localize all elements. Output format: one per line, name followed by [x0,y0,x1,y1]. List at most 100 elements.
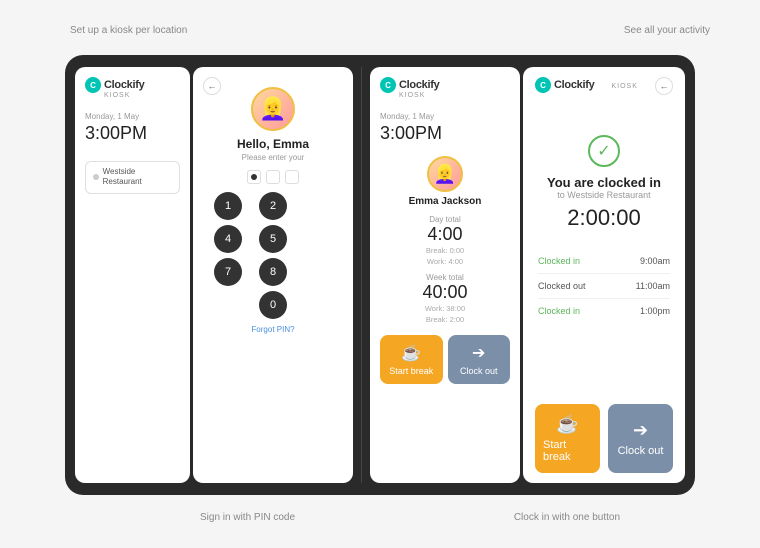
clockify-logo-3: C [380,77,396,93]
date-1: Monday, 1 May [85,112,180,121]
activity-label-1: Clocked in [538,256,580,266]
pin-dot-3 [285,170,299,184]
activity-item-3: Clocked in 1:00pm [538,299,670,323]
clockout-label-3: Clock out [460,366,498,376]
logo-text-4: Clockify [554,79,594,91]
screen1-header: C Clockify KIOSK [75,67,190,104]
screen-pin-entry: ← 👱‍♀️ Hello, Emma Please enter your 1 2 [193,67,353,483]
num-spacer-right [298,291,326,319]
clockout-icon-4: ➔ [633,420,648,441]
clockify-logo-1: C [85,77,101,93]
action-buttons-3: ☕ Start break ➔ Clock out [380,335,510,384]
activity-list: Clocked in 9:00am Clocked out 11:00am Cl… [523,249,685,394]
location-box[interactable]: Westside Restaurant [85,161,180,194]
annotation-bottom-left: Sign in with PIN code [200,512,295,523]
screen-employee-summary: C Clockify KIOSK Monday, 1 May 3:00PM 👱‍… [370,67,520,483]
user-avatar-2: 👱‍♀️ [251,87,295,131]
num-btn-0[interactable]: 0 [259,291,287,319]
avatar-face-2: 👱‍♀️ [259,96,286,122]
screen4-header: C Clockify KIOSK ← [523,67,685,100]
break-icon-4: ☕ [556,414,578,435]
check-icon: ✓ [597,141,610,161]
time-1: 3:00PM [85,123,180,144]
break-label-4: Start break [543,439,592,463]
elapsed-time: 2:00:00 [538,205,670,231]
clocked-location: to Westside Restaurant [538,190,670,200]
employee-info: 👱‍♀️ Emma Jackson Day total 4:00 Break: … [370,151,520,389]
greeting-text: Hello, Emma [203,137,343,151]
date-time-1: Monday, 1 May 3:00PM [75,104,190,151]
right-group: C Clockify KIOSK Monday, 1 May 3:00PM 👱‍… [370,67,685,483]
num-empty-mid [298,225,326,253]
enter-pin-text: Please enter your [203,153,343,162]
screen2-inner: 👱‍♀️ Hello, Emma Please enter your 1 2 4… [193,77,353,344]
screen-divider [361,67,362,483]
date-3: Monday, 1 May [380,112,510,121]
screen2-top: ← [193,67,353,77]
screen-kiosk-main: C Clockify KIOSK Monday, 1 May 3:00PM We… [75,67,190,483]
num-empty-top [298,192,326,220]
week-total-value: 40:00 [380,282,510,303]
num-btn-7[interactable]: 7 [214,258,242,286]
activity-item-2: Clocked out 11:00am [538,274,670,299]
activity-time-2: 11:00am [636,281,670,291]
pin-dots [203,170,343,184]
annotation-top-right: See all your activity [624,25,710,36]
pin-dot-2 [266,170,280,184]
logo-text-1: Clockify [104,79,144,91]
activity-time-3: 1:00pm [640,306,670,316]
day-work: Work: 4:00 [380,256,510,267]
back-button-2[interactable]: ← [203,77,221,95]
activity-item-1: Clocked in 9:00am [538,249,670,274]
forgot-pin-link[interactable]: Forgot PIN? [203,325,343,334]
clocked-status-header: ✓ You are clocked in to Westside Restaur… [523,100,685,249]
screen3-header: C Clockify KIOSK [370,67,520,104]
clockout-label-4: Clock out [618,445,664,457]
time-3: 3:00PM [380,123,510,144]
numpad: 1 2 4 5 7 8 0 [203,192,343,319]
clock-out-button-4[interactable]: ➔ Clock out [608,404,673,473]
logo-row-3: C Clockify [380,77,439,93]
num-btn-4[interactable]: 4 [214,225,242,253]
clock-out-button-3[interactable]: ➔ Clock out [448,335,511,384]
num-btn-5[interactable]: 5 [259,225,287,253]
day-stats: Day total 4:00 Break: 0:00 Work: 4:00 [380,215,510,268]
employee-avatar-face: 👱‍♀️ [434,164,456,185]
clockout-icon-3: ➔ [472,343,485,363]
kiosk-label-3: KIOSK [399,92,425,99]
employee-name: Emma Jackson [380,196,510,207]
back-button-4[interactable]: ← [655,77,673,95]
break-icon-3: ☕ [401,343,421,363]
num-btn-8[interactable]: 8 [259,258,287,286]
clockify-logo-4: C [535,77,551,93]
location-dot [93,174,99,180]
week-total-label: Week total [380,273,510,282]
start-break-button-3[interactable]: ☕ Start break [380,335,443,384]
check-circle: ✓ [588,135,620,167]
num-btn-1[interactable]: 1 [214,192,242,220]
activity-time-1: 9:00am [640,256,670,266]
day-total-label: Day total [380,215,510,224]
clocked-in-title: You are clocked in [538,175,670,190]
activity-label-3: Clocked in [538,306,580,316]
clock-buttons: ☕ Start break ➔ Clock out [523,394,685,483]
annotation-top-left: Set up a kiosk per location [70,25,187,36]
break-label-3: Start break [389,366,433,376]
kiosk-label-1: KIOSK [104,92,130,99]
employee-avatar: 👱‍♀️ [427,156,463,192]
num-btn-2[interactable]: 2 [259,192,287,220]
device-frame: C Clockify KIOSK Monday, 1 May 3:00PM We… [65,55,695,495]
week-work: Work: 38:00 [380,303,510,314]
left-group: C Clockify KIOSK Monday, 1 May 3:00PM We… [75,67,353,483]
day-total-value: 4:00 [380,224,510,245]
date-time-3: Monday, 1 May 3:00PM [370,104,520,151]
activity-label-2: Clocked out [538,281,586,291]
num-empty-bot [298,258,326,286]
logo-text-3: Clockify [399,79,439,91]
num-spacer-left [208,291,236,319]
day-break: Break: 0:00 [380,245,510,256]
kiosk-label-4: KIOSK [612,83,638,90]
location-name: Westside Restaurant [103,167,172,188]
week-stats: Week total 40:00 Work: 38:00 Break: 2:00 [380,273,510,326]
start-break-button-4[interactable]: ☕ Start break [535,404,600,473]
